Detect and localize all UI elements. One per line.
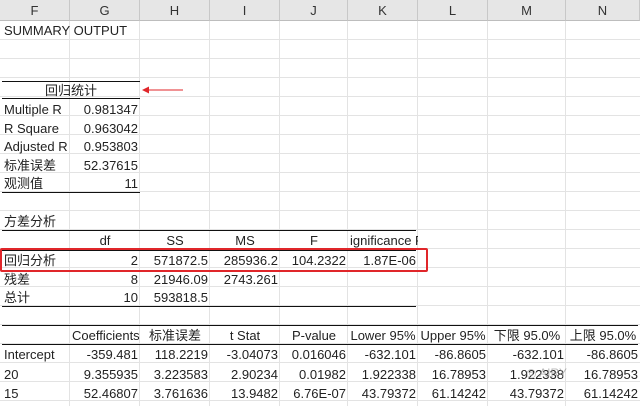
coef-cell[interactable]: -632.101 bbox=[488, 345, 566, 364]
column-header-g[interactable]: G bbox=[70, 0, 140, 21]
watermark: ◎ AIRY bbox=[526, 366, 567, 380]
grid-hline bbox=[0, 58, 640, 59]
regression-stat-label[interactable]: Adjusted R bbox=[2, 137, 72, 156]
red-arrow-icon bbox=[142, 86, 183, 94]
anova-cell-ms[interactable]: 2743.261 bbox=[210, 270, 280, 289]
coef-row-label[interactable]: 15 bbox=[2, 384, 72, 403]
anova-cell-f[interactable] bbox=[280, 270, 348, 289]
anova-cell-f[interactable] bbox=[280, 288, 348, 307]
column-header-n[interactable]: N bbox=[566, 0, 640, 21]
anova-bottom-border bbox=[2, 306, 416, 307]
coef-cell[interactable]: 3.223583 bbox=[140, 365, 210, 384]
coef-cell[interactable]: 2.90234 bbox=[210, 365, 280, 384]
wechat-icon: ◎ bbox=[526, 366, 537, 380]
anova-cell-df[interactable]: 10 bbox=[70, 288, 140, 307]
coef-header-cell[interactable]: Upper 95% bbox=[418, 326, 488, 345]
highlight-box bbox=[0, 248, 428, 272]
regression-stat-value[interactable]: 11 bbox=[70, 174, 140, 193]
regression-stat-label[interactable]: 观测值 bbox=[2, 174, 72, 193]
coef-row-label[interactable]: Intercept bbox=[2, 345, 72, 364]
coef-row-label[interactable]: 20 bbox=[2, 365, 72, 384]
coef-cell[interactable]: -359.481 bbox=[70, 345, 140, 364]
coef-header-cell[interactable]: P-value bbox=[280, 326, 348, 345]
grid-hline bbox=[0, 210, 640, 211]
anova-title[interactable]: 方差分析 bbox=[2, 212, 122, 231]
spreadsheet[interactable]: FGHIJKLMN SUMMARY OUTPUT 回归统计 Multiple R… bbox=[0, 0, 640, 406]
coef-cell[interactable]: 13.9482 bbox=[210, 384, 280, 403]
anova-row-label[interactable]: 总计 bbox=[2, 288, 72, 307]
anova-cell-ss[interactable]: 593818.5 bbox=[140, 288, 210, 307]
column-header-m[interactable]: M bbox=[488, 0, 566, 21]
regression-stat-label[interactable]: Multiple R bbox=[2, 100, 72, 119]
column-header-h[interactable]: H bbox=[140, 0, 210, 21]
regression-stat-value[interactable]: 0.963042 bbox=[70, 119, 140, 138]
coef-cell[interactable]: 43.79372 bbox=[348, 384, 418, 403]
coef-cell[interactable]: 9.355935 bbox=[70, 365, 140, 384]
anova-cell-ms[interactable] bbox=[210, 288, 280, 307]
anova-cell-sig[interactable] bbox=[348, 288, 418, 307]
coef-cell[interactable]: -3.04073 bbox=[210, 345, 280, 364]
anova-cell-ss[interactable]: 21946.09 bbox=[140, 270, 210, 289]
regression-stat-label[interactable]: R Square bbox=[2, 119, 72, 138]
coef-cell[interactable]: 52.46807 bbox=[70, 384, 140, 403]
coef-cell[interactable]: 3.761636 bbox=[140, 384, 210, 403]
column-header-k[interactable]: K bbox=[348, 0, 418, 21]
coef-cell[interactable]: 6.76E-07 bbox=[280, 384, 348, 403]
summary-title[interactable]: SUMMARY OUTPUT bbox=[2, 21, 202, 40]
column-header-f[interactable]: F bbox=[0, 0, 70, 21]
coef-cell[interactable]: 118.2219 bbox=[140, 345, 210, 364]
coef-header-cell[interactable]: 标准误差 bbox=[140, 326, 210, 345]
column-header-j[interactable]: J bbox=[280, 0, 348, 21]
coef-cell[interactable]: 16.78953 bbox=[418, 365, 488, 384]
coef-cell[interactable]: -632.101 bbox=[348, 345, 418, 364]
coef-cell[interactable]: 1.922338 bbox=[348, 365, 418, 384]
regression-stat-value[interactable]: 52.37615 bbox=[70, 156, 140, 175]
column-header-l[interactable]: L bbox=[418, 0, 488, 21]
coef-header-cell[interactable]: t Stat bbox=[210, 326, 280, 345]
column-header-i[interactable]: I bbox=[210, 0, 280, 21]
coef-cell[interactable]: 0.01982 bbox=[280, 365, 348, 384]
coef-cell[interactable]: -86.8605 bbox=[418, 345, 488, 364]
coef-cell[interactable]: 16.78953 bbox=[566, 365, 640, 384]
grid-hline bbox=[0, 77, 640, 78]
regression-stat-label[interactable]: 标准误差 bbox=[2, 156, 72, 175]
coef-cell[interactable]: 61.14242 bbox=[566, 384, 640, 403]
anova-cell-sig[interactable] bbox=[348, 270, 418, 289]
coef-cell[interactable]: 61.14242 bbox=[418, 384, 488, 403]
coef-cell[interactable]: 0.016046 bbox=[280, 345, 348, 364]
coef-header-cell[interactable]: Lower 95% bbox=[348, 326, 418, 345]
coef-cell[interactable]: -86.8605 bbox=[566, 345, 640, 364]
coef-cell[interactable]: 43.79372 bbox=[488, 384, 566, 403]
coef-header-cell[interactable]: Coefficients bbox=[70, 326, 140, 345]
regression-stat-value[interactable]: 0.981347 bbox=[70, 100, 140, 119]
regression-stat-value[interactable]: 0.953803 bbox=[70, 137, 140, 156]
coef-header-cell[interactable]: 下限 95.0% bbox=[488, 326, 566, 345]
regression-bottom-border bbox=[2, 192, 140, 193]
anova-cell-df[interactable]: 8 bbox=[70, 270, 140, 289]
regression-header-border bbox=[2, 98, 140, 99]
coef-header-cell[interactable]: 上限 95.0% bbox=[566, 326, 640, 345]
anova-row-label[interactable]: 残差 bbox=[2, 270, 72, 289]
